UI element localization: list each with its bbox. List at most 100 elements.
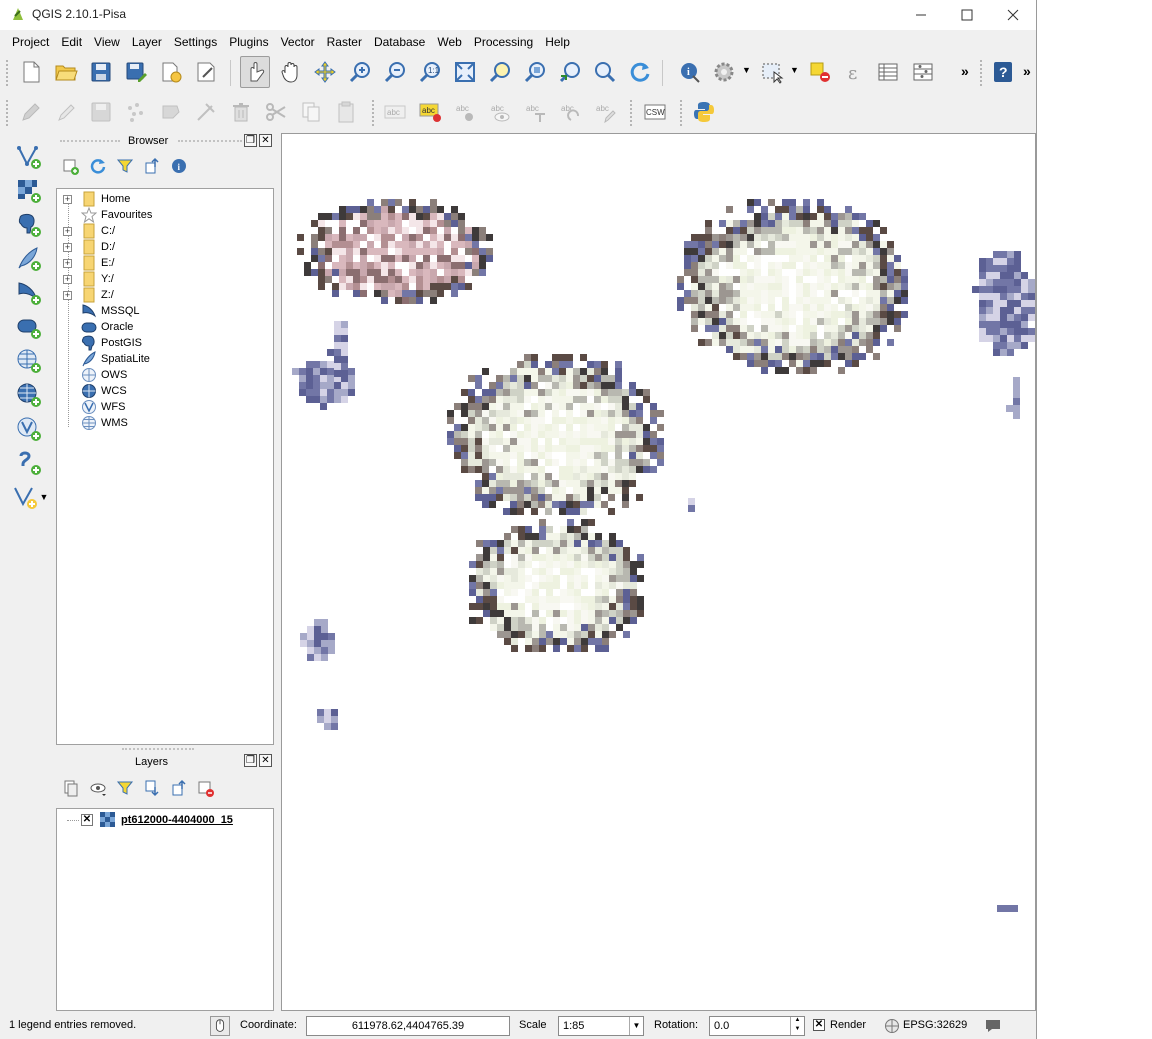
deselect-features-button[interactable] — [805, 56, 835, 88]
layers-panel-header[interactable]: Layers ❐ ✕ — [56, 748, 274, 770]
enable-properties-button[interactable]: i — [168, 155, 190, 177]
expand-icon[interactable]: + — [63, 243, 72, 252]
metasearch-button[interactable]: CSW — [640, 96, 670, 128]
browser-item-c-drive[interactable]: + C:/ — [57, 223, 273, 239]
toggle-extents-button[interactable] — [210, 1016, 230, 1036]
add-wcs-layer-button[interactable] — [14, 380, 44, 410]
dropdown-arrow-icon[interactable]: ▼ — [790, 65, 799, 75]
expand-all-button[interactable] — [141, 777, 163, 799]
browser-item-wfs[interactable]: WFS — [57, 399, 273, 415]
change-label-button[interactable]: abc — [590, 96, 620, 128]
panel-float-button[interactable]: ❐ — [244, 134, 257, 147]
add-spatialite-layer-button[interactable] — [14, 244, 44, 274]
menu-plugins[interactable]: Plugins — [223, 32, 274, 52]
add-mssql-layer-button[interactable] — [14, 278, 44, 308]
current-edits-button[interactable] — [16, 96, 46, 128]
menu-processing[interactable]: Processing — [468, 32, 539, 52]
new-layer-dropdown-button[interactable]: ▼ — [10, 482, 50, 512]
toolbar-overflow-button[interactable]: » — [1023, 63, 1031, 79]
render-checkbox[interactable]: ✕ — [813, 1019, 825, 1031]
map-canvas[interactable] — [281, 133, 1036, 1011]
help-contents-button[interactable]: ? — [988, 56, 1018, 88]
zoom-last-button[interactable] — [555, 56, 585, 88]
menu-edit[interactable]: Edit — [55, 32, 88, 52]
layer-labeling-options-button[interactable]: abc — [380, 96, 410, 128]
menu-view[interactable]: View — [88, 32, 126, 52]
add-oracle-layer-button[interactable] — [14, 312, 44, 342]
toolbar-grip[interactable] — [680, 100, 683, 126]
toolbar-grip[interactable] — [630, 100, 633, 126]
minimize-button[interactable] — [898, 0, 944, 30]
toolbar-grip[interactable] — [372, 100, 375, 126]
expand-icon[interactable]: + — [63, 259, 72, 268]
zoom-native-resolution-button[interactable]: 1:1 — [415, 56, 445, 88]
pin-labels-button[interactable]: abc — [450, 96, 480, 128]
pan-map-button[interactable] — [276, 56, 306, 88]
save-project-button[interactable] — [86, 56, 116, 88]
copy-features-button[interactable] — [296, 96, 326, 128]
browser-item-mssql[interactable]: MSSQL — [57, 303, 273, 319]
add-wfs-layer-button[interactable] — [14, 414, 44, 444]
browser-item-favourites[interactable]: Favourites — [57, 207, 273, 223]
zoom-out-button[interactable] — [380, 56, 410, 88]
browser-item-ows[interactable]: OWS — [57, 367, 273, 383]
menu-project[interactable]: Project — [6, 32, 55, 52]
crs-globe-icon[interactable] — [884, 1018, 900, 1034]
filter-browser-button[interactable] — [114, 155, 136, 177]
expand-icon[interactable]: + — [63, 291, 72, 300]
node-tool-button[interactable] — [191, 96, 221, 128]
layer-visibility-checkbox[interactable]: ✕ — [81, 814, 93, 826]
composer-manager-button[interactable] — [191, 56, 221, 88]
panel-close-button[interactable]: ✕ — [259, 754, 272, 767]
touch-zoom-pan-button[interactable] — [240, 56, 270, 88]
browser-item-wcs[interactable]: WCS — [57, 383, 273, 399]
statistical-summary-button[interactable] — [908, 56, 938, 88]
move-feature-button[interactable] — [156, 96, 186, 128]
toolbar-grip[interactable] — [980, 60, 983, 86]
crs-status[interactable]: EPSG:32629 — [903, 1019, 967, 1031]
menu-raster[interactable]: Raster — [321, 32, 368, 52]
close-button[interactable] — [990, 0, 1036, 30]
rotate-label-button[interactable]: abc — [555, 96, 585, 128]
rotation-spinbox[interactable]: 0.0 ▲ ▼ — [709, 1016, 805, 1036]
toolbar-grip[interactable] — [6, 60, 9, 86]
browser-item-e-drive[interactable]: + E:/ — [57, 255, 273, 271]
refresh-button[interactable] — [625, 56, 655, 88]
browser-item-y-drive[interactable]: + Y:/ — [57, 271, 273, 287]
browser-item-home[interactable]: + Home — [57, 191, 273, 207]
spin-up-icon[interactable]: ▲ — [790, 1017, 804, 1026]
browser-item-postgis[interactable]: PostGIS — [57, 335, 273, 351]
dropdown-arrow-icon[interactable]: ▼ — [742, 65, 751, 75]
toolbar-overflow-button[interactable]: » — [961, 63, 969, 79]
show-hide-labels-button[interactable]: abc — [485, 96, 515, 128]
run-feature-action-button[interactable] — [709, 56, 739, 88]
add-group-button[interactable] — [60, 777, 82, 799]
add-wms-layer-button[interactable] — [14, 346, 44, 376]
scale-combobox[interactable]: 1:85 ▼ — [558, 1016, 644, 1036]
toggle-editing-button[interactable] — [51, 96, 81, 128]
browser-item-spatialite[interactable]: SpatiaLite — [57, 351, 273, 367]
new-project-button[interactable] — [16, 56, 46, 88]
refresh-browser-button[interactable] — [87, 155, 109, 177]
browser-item-oracle[interactable]: Oracle — [57, 319, 273, 335]
toolbar-grip[interactable] — [6, 100, 9, 126]
coordinate-field[interactable]: 611978.62,4404765.39 — [306, 1016, 510, 1036]
zoom-to-layer-button[interactable] — [520, 56, 550, 88]
zoom-to-selection-button[interactable] — [485, 56, 515, 88]
new-print-composer-button[interactable] — [156, 56, 186, 88]
expand-icon[interactable]: + — [63, 195, 72, 204]
open-project-button[interactable] — [51, 56, 81, 88]
python-console-button[interactable] — [689, 96, 719, 128]
zoom-in-button[interactable] — [345, 56, 375, 88]
remove-layer-button[interactable] — [195, 777, 217, 799]
manage-visibility-button[interactable] — [87, 777, 109, 799]
chevron-down-icon[interactable]: ▼ — [629, 1017, 643, 1035]
menu-layer[interactable]: Layer — [126, 32, 168, 52]
identify-features-button[interactable]: i — [674, 56, 704, 88]
collapse-all-button[interactable] — [141, 155, 163, 177]
collapse-all-button[interactable] — [168, 777, 190, 799]
add-selected-layers-button[interactable] — [60, 155, 82, 177]
select-features-button[interactable] — [757, 56, 787, 88]
layer-item[interactable]: ✕ pt612000-4404000_15 — [57, 812, 273, 828]
maximize-button[interactable] — [944, 0, 990, 30]
